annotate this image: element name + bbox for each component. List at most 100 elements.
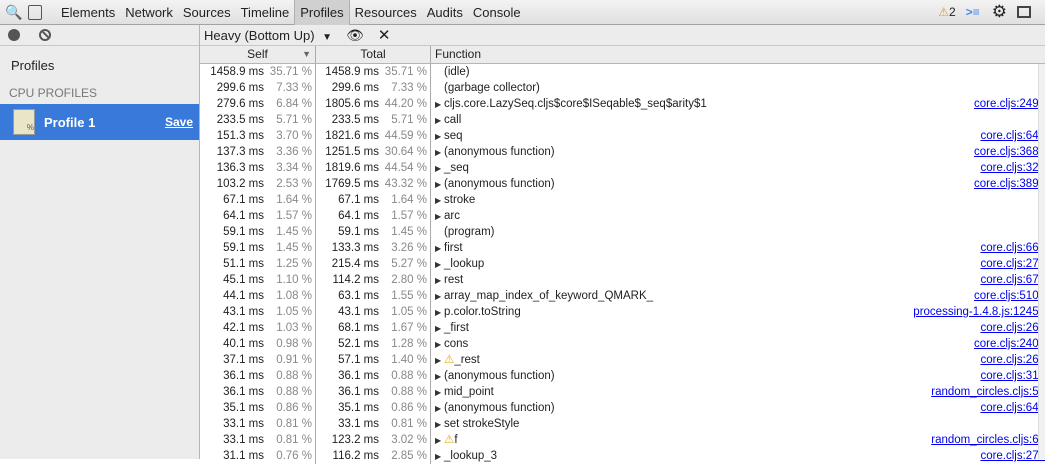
source-link[interactable]: core.cljs:319: [980, 368, 1045, 384]
source-link[interactable]: random_circles.cljs:69: [931, 432, 1045, 448]
table-row[interactable]: 151.3 ms 3.70 % 1821.6 ms 44.59 % ▶ seq core…: [200, 128, 1045, 144]
close-icon[interactable]: ✕: [378, 26, 391, 44]
source-link[interactable]: processing-1.4.8.js:12456: [913, 304, 1045, 320]
table-row[interactable]: 40.1 ms 0.98 % 52.1 ms 1.28 % ▶ cons core.cl…: [200, 336, 1045, 352]
expand-arrow-icon[interactable]: ▶: [435, 177, 444, 193]
total-time: 1805.6 ms: [325, 98, 379, 110]
expand-arrow-icon[interactable]: ▶: [435, 161, 444, 177]
source-link[interactable]: core.cljs:264: [980, 352, 1045, 368]
table-row[interactable]: 103.2 ms 2.53 % 1769.5 ms 43.32 % ▶ (anonym…: [200, 176, 1045, 192]
expand-arrow-icon[interactable]: ▶: [435, 417, 444, 433]
table-row[interactable]: 42.1 ms 1.03 % 68.1 ms 1.67 % ▶ _first core.…: [200, 320, 1045, 336]
table-row[interactable]: 233.5 ms 5.71 % 233.5 ms 5.71 % ▶ call: [200, 112, 1045, 128]
table-row[interactable]: 31.1 ms 0.76 % 116.2 ms 2.85 % ▶ _lookup_3 c…: [200, 448, 1045, 464]
expand-arrow-icon[interactable]: ▶: [435, 433, 444, 449]
expand-arrow-icon[interactable]: ▶: [435, 337, 444, 353]
expand-arrow-icon[interactable]: ▶: [435, 209, 444, 225]
table-row[interactable]: 59.1 ms 1.45 % 133.3 ms 3.26 % ▶ first core.…: [200, 240, 1045, 256]
vertical-scrollbar[interactable]: [1038, 64, 1045, 459]
save-link[interactable]: Save: [165, 115, 193, 129]
source-link[interactable]: core.cljs:3683: [974, 144, 1045, 160]
table-row[interactable]: 59.1 ms 1.45 % 59.1 ms 1.45 % (program): [200, 224, 1045, 240]
clear-icon[interactable]: [39, 29, 51, 41]
tab-network[interactable]: Network: [120, 0, 178, 25]
column-self[interactable]: Self ▼: [200, 46, 316, 63]
expand-arrow-icon[interactable]: ▶: [435, 353, 444, 369]
source-link[interactable]: core.cljs:677: [980, 272, 1045, 288]
tab-elements[interactable]: Elements: [56, 0, 120, 25]
warning-count[interactable]: 2: [949, 5, 956, 19]
source-link[interactable]: core.cljs:649: [980, 400, 1045, 416]
source-link[interactable]: core.cljs:270: [980, 448, 1045, 464]
expand-arrow-icon[interactable]: ▶: [435, 385, 444, 401]
tab-audits[interactable]: Audits: [422, 0, 468, 25]
expand-arrow-icon[interactable]: ▶: [435, 97, 444, 113]
tab-timeline[interactable]: Timeline: [236, 0, 295, 25]
table-row[interactable]: 279.6 ms 6.84 % 1805.6 ms 44.20 % ▶ cljs.co…: [200, 96, 1045, 112]
table-row[interactable]: 51.1 ms 1.25 % 215.4 ms 5.27 % ▶ _lookup cor…: [200, 256, 1045, 272]
tab-resources[interactable]: Resources: [350, 0, 422, 25]
expand-arrow-icon[interactable]: ▶: [435, 241, 444, 257]
table-row[interactable]: 33.1 ms 0.81 % 33.1 ms 0.81 % ▶ set strokeS…: [200, 416, 1045, 432]
source-link[interactable]: core.cljs:2495: [974, 96, 1045, 112]
column-total[interactable]: Total: [316, 46, 431, 63]
table-row[interactable]: 35.1 ms 0.86 % 35.1 ms 0.86 % ▶ (anonymous …: [200, 400, 1045, 416]
expand-arrow-icon[interactable]: ▶: [435, 113, 444, 129]
expand-arrow-icon[interactable]: ▶: [435, 321, 444, 337]
table-row[interactable]: 37.1 ms 0.91 % 57.1 ms 1.40 % ▶ ⚠_rest core.…: [200, 352, 1045, 368]
table-row[interactable]: 136.3 ms 3.34 % 1819.6 ms 44.54 % ▶ _seq cor…: [200, 160, 1045, 176]
table-row[interactable]: 45.1 ms 1.10 % 114.2 ms 2.80 % ▶ rest core.c…: [200, 272, 1045, 288]
table-row[interactable]: 44.1 ms 1.08 % 63.1 ms 1.55 % ▶ array_map_i…: [200, 288, 1045, 304]
table-row[interactable]: 137.3 ms 3.36 % 1251.5 ms 30.64 % ▶ (anonym…: [200, 144, 1045, 160]
tab-sources[interactable]: Sources: [178, 0, 236, 25]
eye-icon[interactable]: 👁: [346, 27, 364, 44]
profile-item[interactable]: % Profile 1 Save: [0, 104, 199, 140]
record-button[interactable]: [8, 29, 20, 41]
self-percent: 7.33 %: [276, 82, 312, 94]
table-row[interactable]: 33.1 ms 0.81 % 123.2 ms 3.02 % ▶ ⚠f random_c…: [200, 432, 1045, 448]
table-row[interactable]: 36.1 ms 0.88 % 36.1 ms 0.88 % ▶ (anonymous …: [200, 368, 1045, 384]
total-percent: 1.45 %: [391, 226, 427, 238]
table-row[interactable]: 36.1 ms 0.88 % 36.1 ms 0.88 % ▶ mid_point ra…: [200, 384, 1045, 400]
source-link[interactable]: core.cljs:263: [980, 320, 1045, 336]
expand-arrow-icon[interactable]: ▶: [435, 145, 444, 161]
table-row[interactable]: 299.6 ms 7.33 % 299.6 ms 7.33 % (garbage c…: [200, 80, 1045, 96]
console-drawer-icon[interactable]: >≡: [966, 5, 980, 19]
table-row[interactable]: 1458.9 ms 35.71 % 1458.9 ms 35.71 % (idle): [200, 64, 1045, 80]
expand-arrow-icon[interactable]: ▶: [435, 449, 444, 465]
expand-arrow-icon[interactable]: ▶: [435, 401, 444, 417]
total-time: 1769.5 ms: [325, 178, 379, 190]
source-link[interactable]: core.cljs:320: [980, 160, 1045, 176]
dock-icon[interactable]: [1017, 6, 1031, 18]
source-link[interactable]: core.cljs:643: [980, 128, 1045, 144]
source-link[interactable]: core.cljs:2408: [974, 336, 1045, 352]
view-mode-select[interactable]: Heavy (Bottom Up) ▼: [204, 28, 332, 43]
table-row[interactable]: 43.1 ms 1.05 % 43.1 ms 1.05 % ▶ p.color.toS…: [200, 304, 1045, 320]
table-row[interactable]: 67.1 ms 1.64 % 67.1 ms 1.64 % ▶ stroke: [200, 192, 1045, 208]
self-percent: 1.08 %: [276, 290, 312, 302]
device-mode-icon[interactable]: [28, 4, 42, 20]
source-link[interactable]: random_circles.cljs:53: [931, 384, 1045, 400]
warning-icon[interactable]: ⚠: [938, 5, 949, 19]
source-link[interactable]: core.cljs:3890: [974, 176, 1045, 192]
table-row[interactable]: 64.1 ms 1.57 % 64.1 ms 1.57 % ▶ arc: [200, 208, 1045, 224]
source-link[interactable]: core.cljs:5109: [974, 288, 1045, 304]
expand-arrow-icon[interactable]: ▶: [435, 273, 444, 289]
tab-profiles[interactable]: Profiles: [294, 0, 350, 25]
profile-table: 1458.9 ms 35.71 % 1458.9 ms 35.71 % (idle)…: [200, 64, 1045, 464]
source-link[interactable]: core.cljs:666: [980, 240, 1045, 256]
expand-arrow-icon[interactable]: ▶: [435, 289, 444, 305]
expand-arrow-icon[interactable]: ▶: [435, 305, 444, 321]
search-icon[interactable]: 🔍: [0, 4, 28, 21]
expand-arrow-icon[interactable]: ▶: [435, 257, 444, 273]
tab-console[interactable]: Console: [468, 0, 526, 25]
expand-arrow-icon[interactable]: ▶: [435, 369, 444, 385]
expand-arrow-icon[interactable]: ▶: [435, 193, 444, 209]
total-time: 1458.9 ms: [325, 66, 379, 78]
expand-arrow-icon[interactable]: ▶: [435, 129, 444, 145]
column-function[interactable]: Function: [431, 46, 1045, 63]
total-percent: 0.88 %: [391, 386, 427, 398]
gear-icon[interactable]: ⚙: [992, 2, 1007, 22]
total-time: 33.1 ms: [338, 418, 379, 430]
source-link[interactable]: core.cljs:270: [980, 256, 1045, 272]
